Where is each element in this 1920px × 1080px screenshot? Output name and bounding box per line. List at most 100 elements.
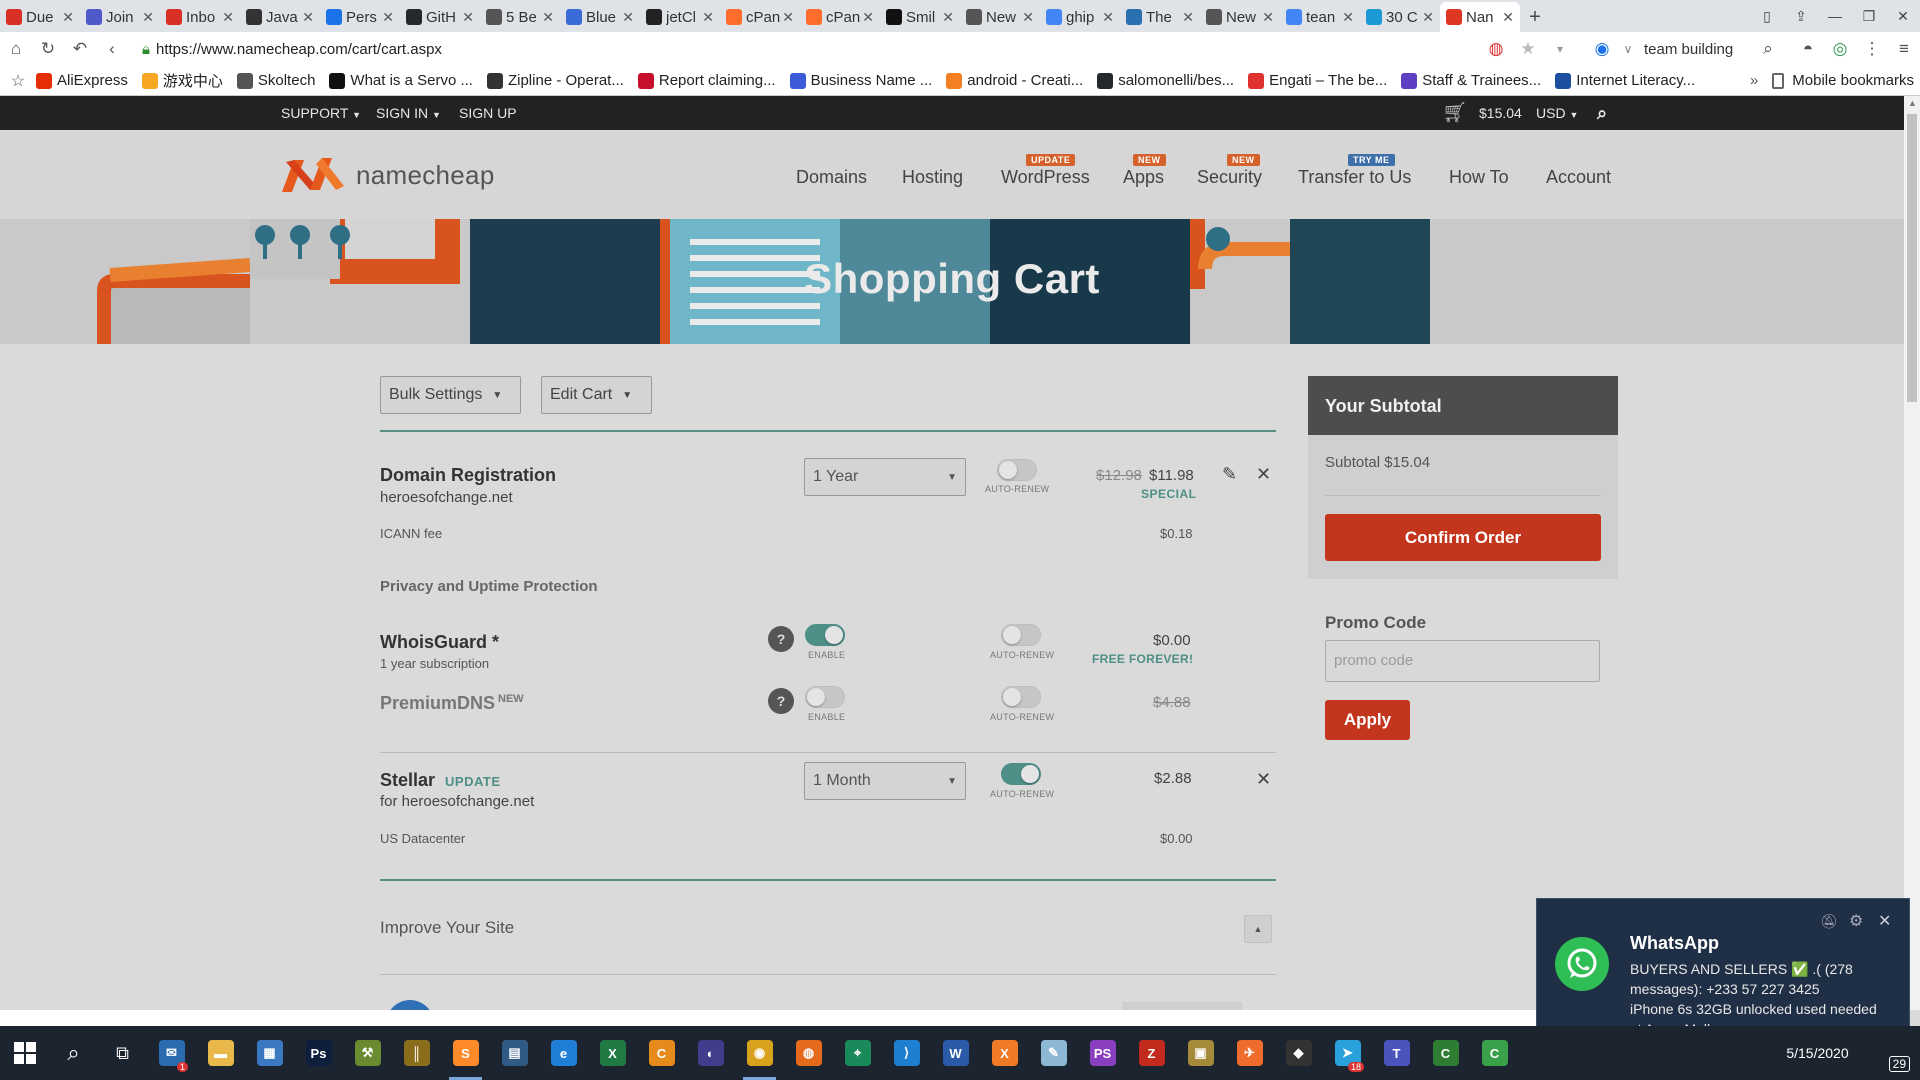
stellar-auto-renew-toggle[interactable] [1001,763,1041,785]
browser-tab[interactable]: 5 Be ✕ [480,2,560,32]
browser-tab[interactable]: Blue ✕ [560,2,640,32]
bookmark-item[interactable]: Engati – The be... [1248,72,1387,89]
tab-close-icon[interactable]: ✕ [1422,9,1434,26]
reload-icon[interactable]: ↻ [32,39,64,59]
search-icon[interactable]: ⌕ [1752,39,1784,59]
browser-tab[interactable]: GitH ✕ [400,2,480,32]
mail-taskbar-button[interactable]: ✉ 1 [147,1026,196,1080]
start-button[interactable] [0,1026,49,1080]
bookmark-item[interactable]: Staff & Trainees... [1401,72,1541,89]
support-menu[interactable]: SUPPORT ▼ [281,96,361,130]
help-icon[interactable]: ? [768,626,794,652]
stellar-update-badge[interactable]: UPDATE [445,774,500,789]
xampp-taskbar-button[interactable]: X [980,1026,1029,1080]
word-taskbar-button[interactable]: W [931,1026,980,1080]
promo-code-input[interactable]: promo code [1325,640,1600,682]
currency-menu[interactable]: USD ▼ [1536,96,1578,130]
search-button[interactable]: ⌕ [49,1026,98,1080]
notification-close-icon[interactable]: ✕ [1878,911,1891,931]
vertical-scrollbar[interactable]: ▲ [1904,96,1920,1010]
nav-security[interactable]: Security [1197,167,1262,188]
teams-taskbar-button[interactable]: T [1372,1026,1421,1080]
whoisguard-auto-renew-toggle[interactable] [1001,624,1041,646]
sublime-taskbar-button[interactable]: S [441,1026,490,1080]
tab-close-icon[interactable]: ✕ [862,9,874,26]
browser-tab[interactable]: Inbo ✕ [160,2,240,32]
grammarly-icon[interactable]: ◎ [1824,39,1856,59]
nav-how-to[interactable]: How To [1449,167,1509,188]
tab-close-icon[interactable]: ✕ [1022,9,1034,26]
tab-close-icon[interactable]: ✕ [702,9,714,26]
browser-tab[interactable]: Due ✕ [0,2,80,32]
tab-close-icon[interactable]: ✕ [1182,9,1194,26]
browser-search-text[interactable]: team building [1644,41,1752,58]
domain-auto-renew-toggle[interactable] [997,459,1037,481]
premiumdns-auto-renew-toggle[interactable] [1001,686,1041,708]
postman-taskbar-button[interactable]: ✈ [1225,1026,1274,1080]
bulk-settings-button[interactable]: Bulk Settings ▼ [380,376,521,414]
notification-count[interactable]: 29 [1888,1056,1910,1072]
equalizer-taskbar-button[interactable]: ║ [392,1026,441,1080]
calculator-taskbar-button[interactable]: ▤ [490,1026,539,1080]
tab-close-icon[interactable]: ✕ [382,9,394,26]
browser-tab[interactable]: New ✕ [960,2,1040,32]
sign-up-link[interactable]: SIGN UP [459,96,517,130]
firefox-taskbar-button[interactable]: ◍ [784,1026,833,1080]
telegram-taskbar-button[interactable]: ➤ 18 [1323,1026,1372,1080]
store-taskbar-button[interactable]: ▦ [245,1026,294,1080]
tab-close-icon[interactable]: ✕ [782,9,794,26]
tab-close-icon[interactable]: ✕ [142,9,154,26]
bookmark-item[interactable]: Business Name ... [789,72,932,89]
browser-tab[interactable]: New ✕ [1200,2,1280,32]
notification-settings-icon[interactable]: ⚙ [1849,911,1863,931]
browser-tab[interactable]: 30 C ✕ [1360,2,1440,32]
tab-close-icon[interactable]: ✕ [542,9,554,26]
search-engine-chevron-icon[interactable]: ∨ [1618,42,1638,56]
confirm-order-button[interactable]: Confirm Order [1325,514,1601,561]
bookmark-item[interactable]: salomonelli/bes... [1097,72,1234,89]
tab-close-icon[interactable]: ✕ [62,9,74,26]
excel-taskbar-button[interactable]: X [588,1026,637,1080]
nav-apps[interactable]: Apps [1123,167,1164,188]
camtasia-taskbar-button[interactable]: C [1421,1026,1470,1080]
bookmark-item[interactable]: Zipline - Operat... [486,72,624,89]
notepad-taskbar-button[interactable]: ✎ [1029,1026,1078,1080]
bookmark-item[interactable]: Report claiming... [637,72,776,89]
collapse-button[interactable]: ▲ [1244,915,1272,943]
namecheap-logo[interactable]: namecheap [280,156,495,194]
browser-tab[interactable]: Nan ✕ [1440,2,1520,32]
browser-tab[interactable]: Pers ✕ [320,2,400,32]
sign-in-menu[interactable]: SIGN IN ▼ [376,96,441,130]
bookmark-item[interactable]: Internet Literacy... [1555,72,1695,89]
bookmark-star-icon[interactable]: ☆ [0,71,36,91]
new-tab-button[interactable]: + [1520,2,1550,32]
tools-taskbar-button[interactable]: ⚒ [343,1026,392,1080]
photoshop-taskbar-button[interactable]: Ps [294,1026,343,1080]
extension-icon[interactable]: ◍ [1480,39,1512,59]
stellar-period-select[interactable]: 1 Month ▼ [804,762,966,800]
edit-pencil-icon[interactable]: ✎ [1222,464,1237,485]
eclipse-taskbar-button[interactable]: ◐ [686,1026,735,1080]
browser-tab[interactable]: Join ✕ [80,2,160,32]
file-explorer-taskbar-button[interactable]: ▬ [196,1026,245,1080]
browser-tab[interactable]: The ✕ [1120,2,1200,32]
search-engine-icon[interactable]: ◉ [1586,39,1618,59]
cart-icon[interactable]: 🛒︎ [1442,96,1467,130]
scrollbar-thumb[interactable] [1907,114,1917,402]
url-field[interactable]: 🔒︎ https://www.namecheap.com/cart/cart.a… [142,41,1480,58]
scroll-up-icon[interactable]: ▲ [1908,98,1917,108]
phpstorm-taskbar-button[interactable]: PS [1078,1026,1127,1080]
nav-hosting[interactable]: Hosting [902,167,963,188]
tab-close-icon[interactable]: ✕ [1262,9,1274,26]
menu-icon[interactable]: ⋮ [1856,39,1888,59]
nav-transfer-to-us[interactable]: Transfer to Us [1298,167,1411,188]
sidebar-menu-icon[interactable]: ≡ [1888,39,1920,59]
star-icon[interactable]: ★ [1512,39,1544,59]
nav-wordpress[interactable]: WordPress [1001,167,1090,188]
browser-tab[interactable]: Smil ✕ [880,2,960,32]
help-icon[interactable]: ? [768,688,794,714]
maps-taskbar-button[interactable]: ⌖ [833,1026,882,1080]
tab-close-icon[interactable]: ✕ [222,9,234,26]
browser-tab[interactable]: tean ✕ [1280,2,1360,32]
tab-close-icon[interactable]: ✕ [302,9,314,26]
